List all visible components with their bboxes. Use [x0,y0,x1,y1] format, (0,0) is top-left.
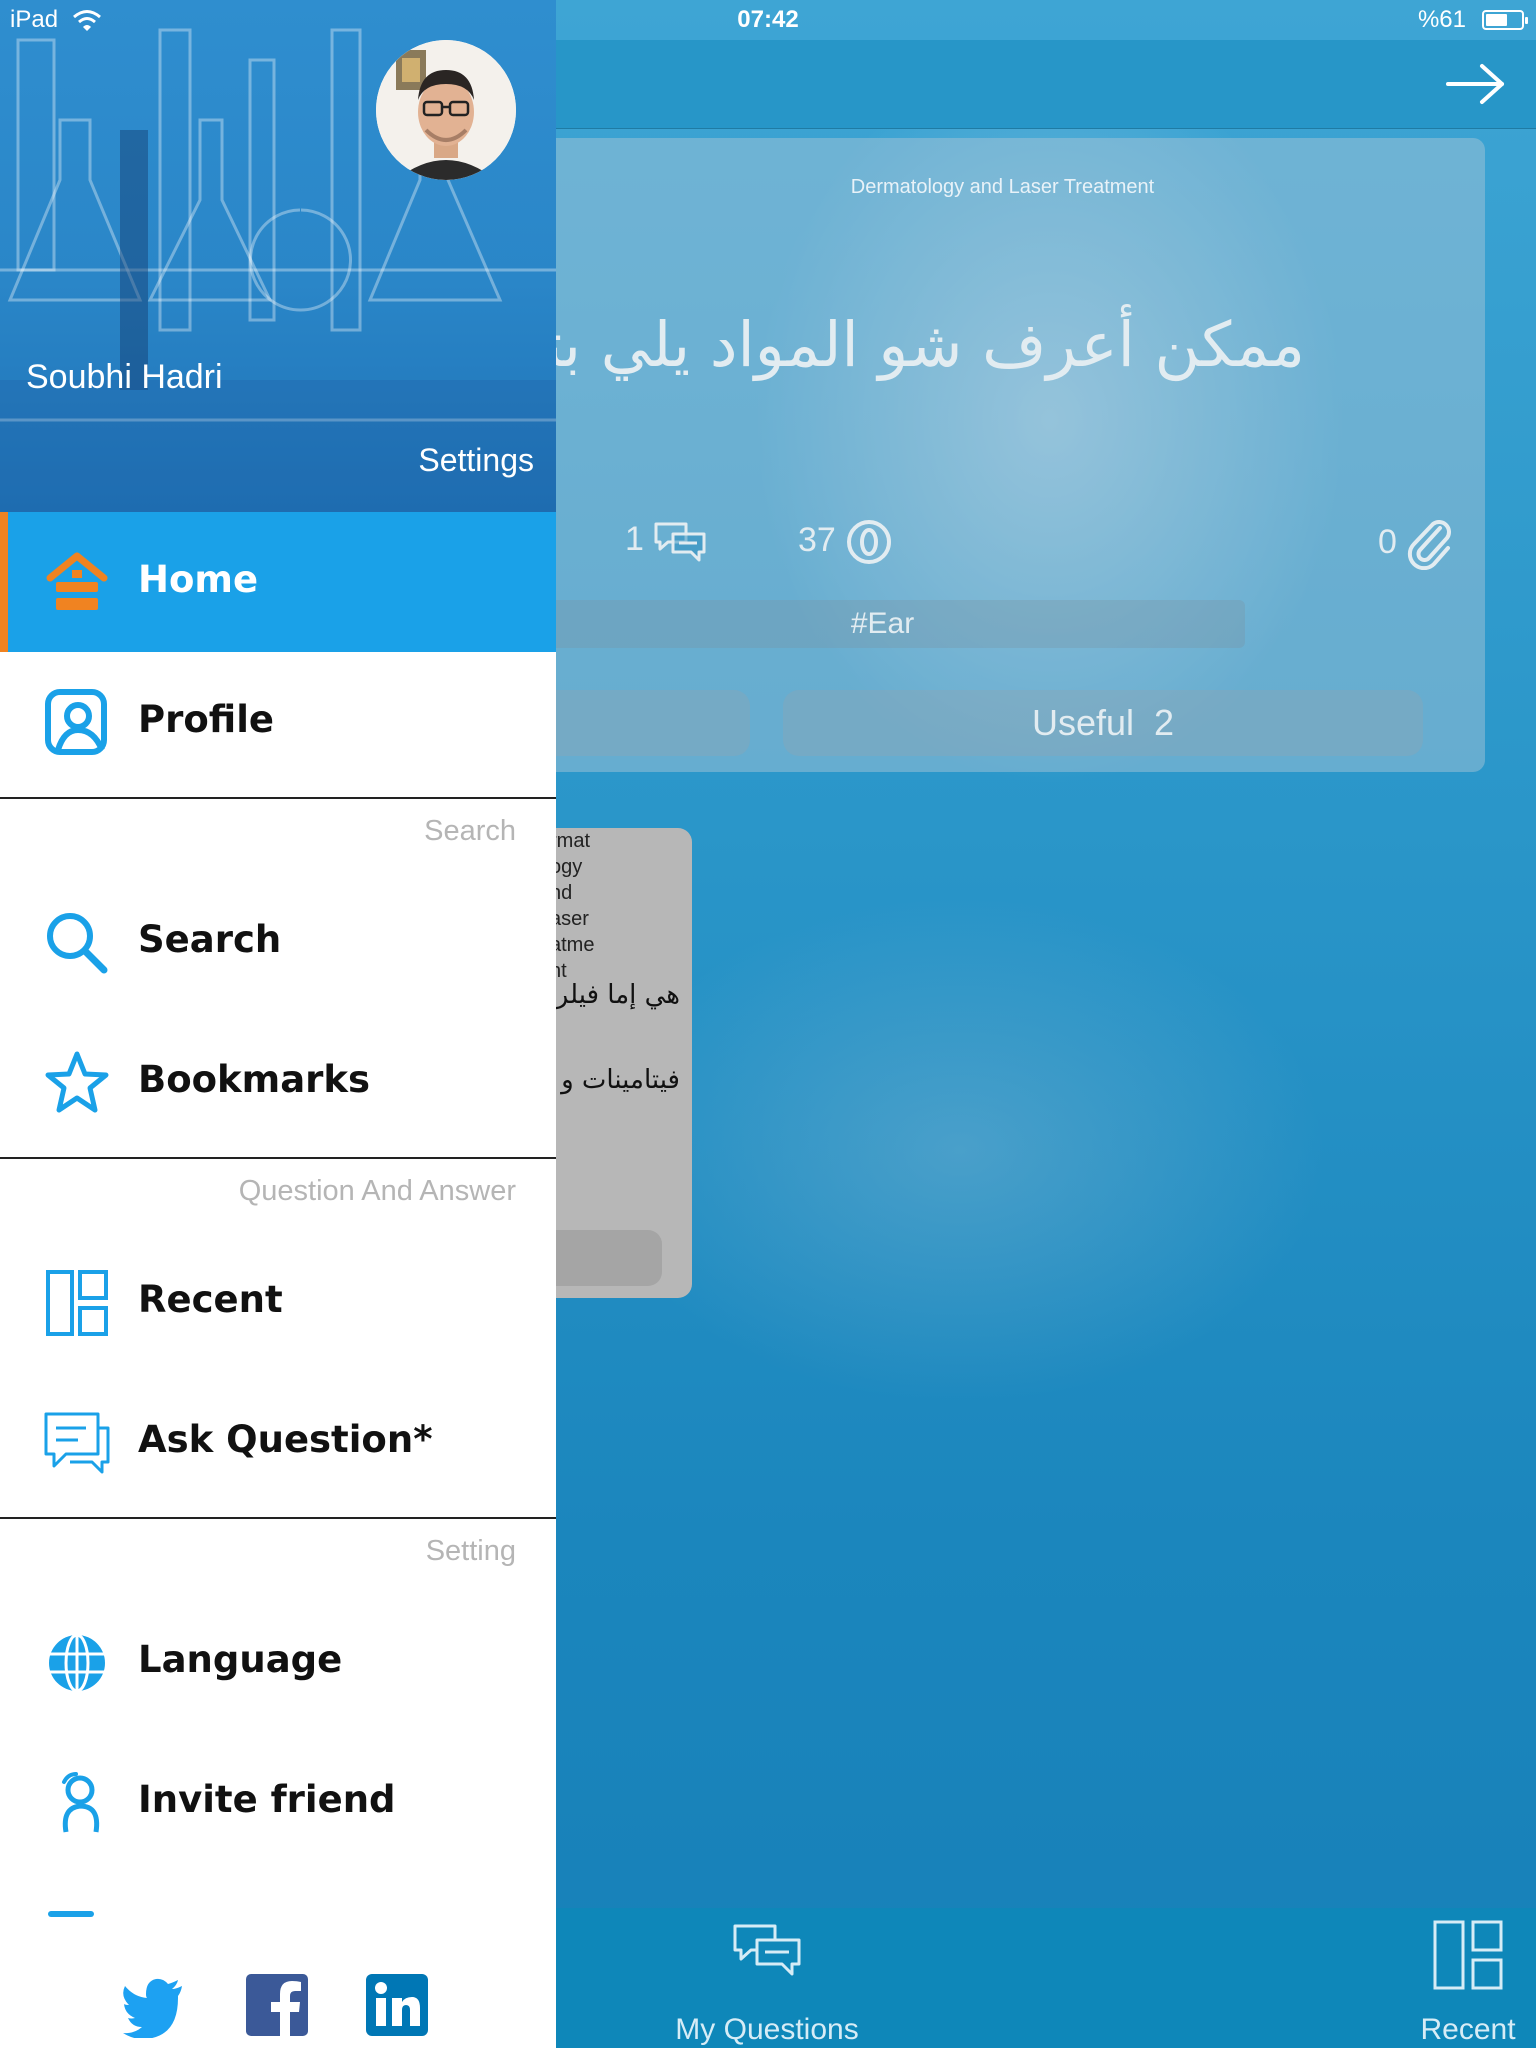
views-count-value: 37 [798,520,836,559]
grid-icon [46,1270,108,1336]
tab-my-questions-label: My Questions [675,2013,859,2046]
question-card[interactable]: Dermatology and Laser Treatment ممكن أعر… [505,138,1485,772]
answer-category: rmat ogy nd aser atme nt [550,828,690,984]
tab-recent-label: Recent [1420,2013,1516,2046]
section-divider [0,797,556,799]
useful-count: 2 [1154,702,1175,743]
drawer-header: Soubhi Hadri Settings [0,0,556,512]
active-indicator [0,512,8,652]
eye-icon [847,520,892,564]
arrow-right-icon[interactable] [1444,60,1508,108]
menu-item-home[interactable]: Home [0,512,556,652]
menu-label-recent: Recent [138,1278,283,1321]
invite-icon [62,1772,100,1833]
menu-item-invite-friend[interactable]: Invite friend [0,1732,556,1872]
section-header-search: Search [424,815,516,847]
answer-text-line: فيتامينات و [561,1065,680,1095]
question-icon [44,1412,110,1474]
globe-icon [49,1633,105,1693]
menu-item-search[interactable]: Search [0,872,556,1012]
profile-icon [45,689,107,755]
answer-category-line: nd [550,882,573,904]
menu-label-profile: Profile [138,698,274,741]
views-count: 37 [798,518,893,566]
menu-label-invite-friend: Invite friend [138,1778,396,1821]
menu-item-language[interactable]: Language [0,1592,556,1732]
answer-text-line: هي إما فيلر [555,980,680,1010]
attachments-count: 0 [1378,518,1454,571]
answer-category-line: atme [550,934,595,956]
menu-label-search: Search [138,918,282,961]
section-header-setting: Setting [425,1535,516,1567]
user-avatar[interactable] [376,40,516,180]
section-divider [0,1517,556,1519]
answer-category-line: ogy [550,856,583,878]
menu-label-language: Language [138,1638,343,1681]
status-bar: iPad 07:42 %61 [0,0,1536,40]
tab-my-questions[interactable]: My Questions [660,1908,874,2048]
facebook-icon[interactable] [244,1972,310,2038]
question-title: ممكن أعرف شو المواد يلي بتح [505,308,1305,381]
user-photo [376,40,516,180]
chat-icon [654,522,706,562]
menu-item-profile[interactable]: Profile [0,652,556,792]
useful-button[interactable]: Useful 2 [783,690,1423,756]
question-tag[interactable]: #Ear [520,600,1245,648]
tab-recent[interactable]: Recent [1400,1908,1536,2048]
useful-label: Useful [1031,702,1134,743]
paperclip-icon [1408,520,1452,571]
battery-percentage: %61 [1417,6,1466,33]
menu-item-ask-question[interactable]: Ask Question* [0,1372,556,1512]
side-drawer: Soubhi Hadri Settings Home Profile Searc… [0,0,556,2048]
chat-icon [733,1924,801,1976]
linkedin-icon[interactable] [364,1972,430,2038]
section-header-qa: Question And Answer [238,1175,516,1207]
question-category: Dermatology and Laser Treatment [850,176,1155,198]
star-icon [45,1051,109,1113]
answer-category-line: aser [550,908,589,930]
grid-icon [1433,1920,1503,1990]
clock: 07:42 [737,6,799,33]
answer-category-line: rmat [550,830,590,852]
section-divider [0,1157,556,1159]
twitter-icon[interactable] [120,1972,186,2038]
battery-icon [1482,10,1528,30]
menu-label-ask-question: Ask Question* [138,1418,433,1461]
settings-link[interactable]: Settings [418,442,534,479]
attachments-count-value: 0 [1378,522,1397,561]
menu-item-recent[interactable]: Recent [0,1232,556,1372]
home-icon [46,552,108,610]
menu-label-home: Home [138,558,259,601]
search-icon [47,913,108,974]
menu-item-bookmarks[interactable]: Bookmarks [0,1012,556,1152]
menu-label-bookmarks: Bookmarks [138,1058,371,1101]
battery-fill [1486,14,1507,26]
answers-count: 1 [625,518,707,564]
user-name[interactable]: Soubhi Hadri [26,358,223,397]
menu-item-partial-icon [48,1911,94,1917]
answers-count-value: 1 [625,519,644,558]
